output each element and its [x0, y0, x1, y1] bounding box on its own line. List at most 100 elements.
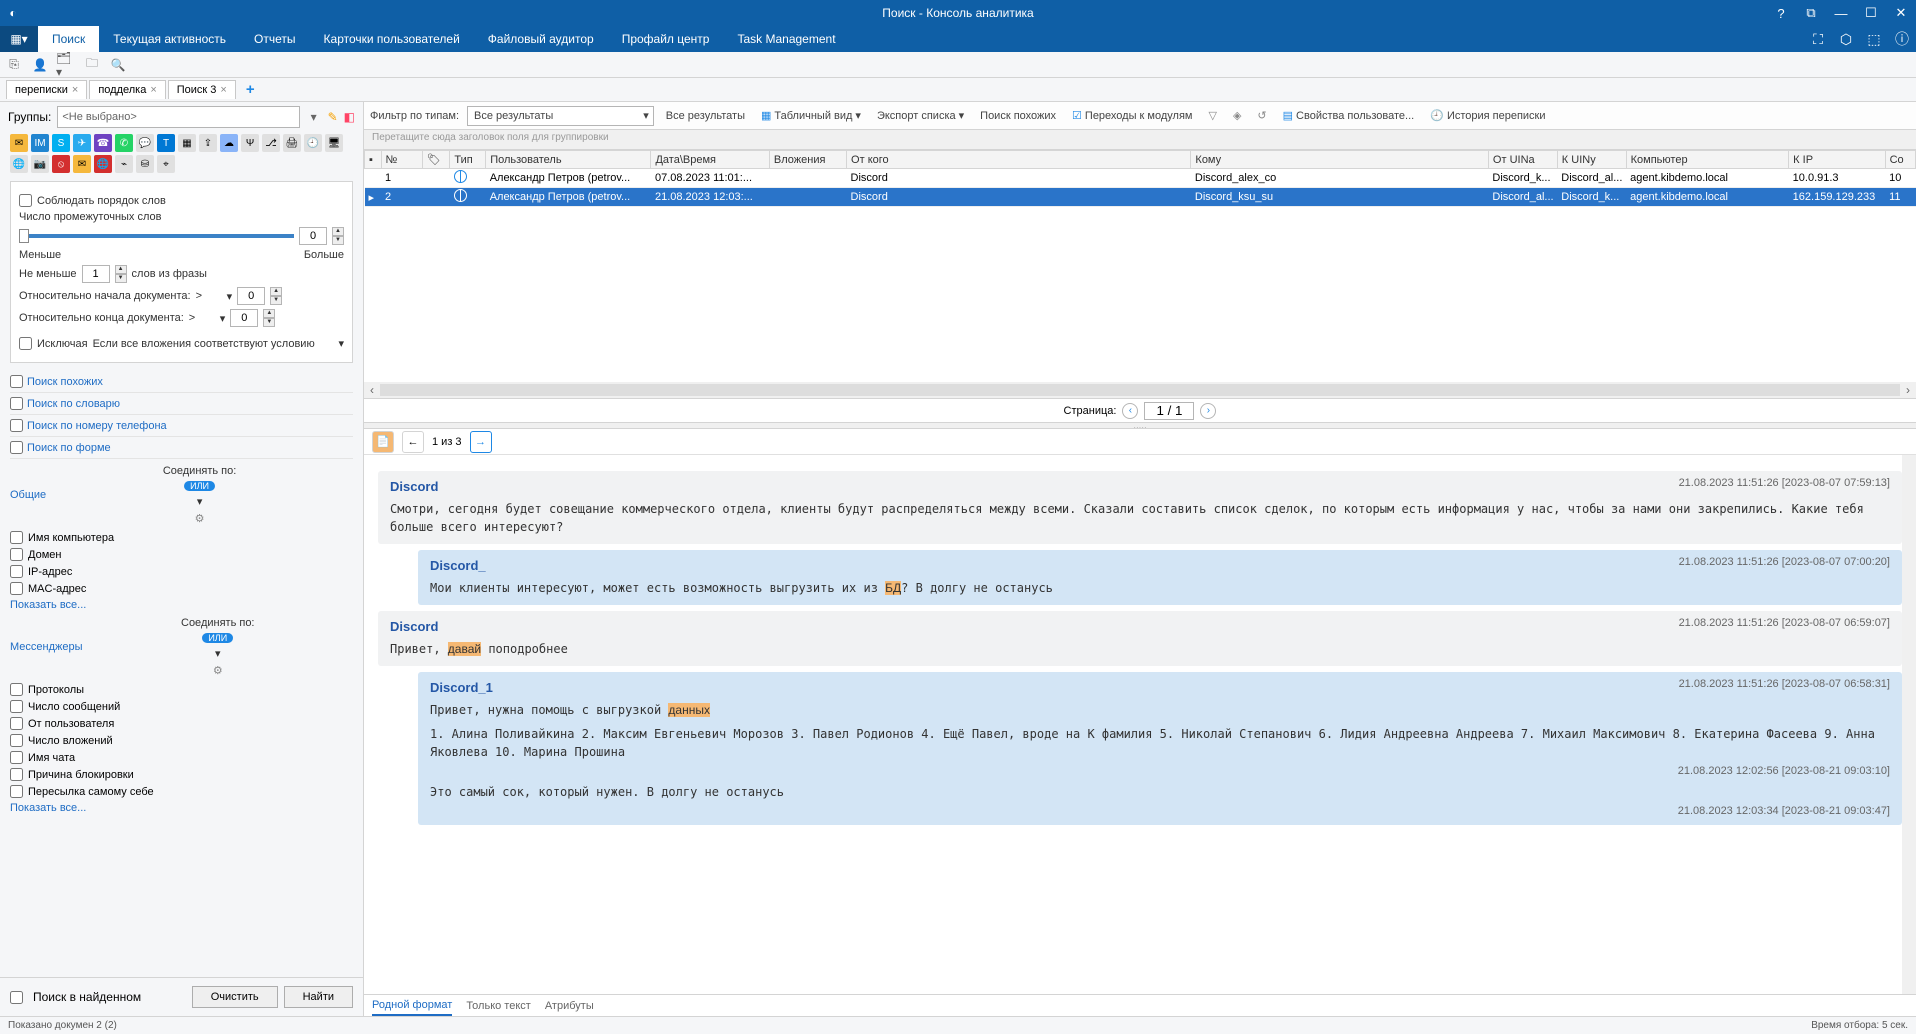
- export-button[interactable]: Экспорт списка ▾: [873, 107, 968, 124]
- device-icon[interactable]: ▦: [178, 134, 196, 152]
- col-att[interactable]: Вложения: [769, 151, 846, 169]
- ll-phone-chk[interactable]: [10, 419, 23, 432]
- preview-next-icon[interactable]: →: [470, 431, 492, 453]
- gap-slider[interactable]: [19, 234, 294, 238]
- erase-icon[interactable]: ◧: [344, 110, 355, 124]
- table-row[interactable]: ▸2Александр Петров (petrov...21.08.2023 …: [365, 188, 1916, 207]
- clear-button[interactable]: Очистить: [192, 986, 278, 1008]
- im-fromuser[interactable]: От пользователя: [0, 715, 363, 732]
- maximize-icon[interactable]: ☐: [1856, 0, 1886, 26]
- im-cn-chk[interactable]: [10, 751, 23, 764]
- all-results-button[interactable]: Все результаты: [662, 108, 749, 124]
- arc-icon[interactable]: ⌖: [157, 155, 175, 173]
- or-dd[interactable]: ▾: [197, 495, 203, 508]
- groups-dropdown-icon[interactable]: ▾: [306, 110, 322, 124]
- mail2-icon[interactable]: ✉: [73, 155, 91, 173]
- close-tab-2-icon[interactable]: ×: [220, 84, 226, 96]
- min-down[interactable]: ▼: [115, 274, 127, 283]
- hscroll-left-icon[interactable]: ‹: [364, 383, 380, 397]
- preview-vscroll[interactable]: [1902, 455, 1916, 994]
- im-bl-chk[interactable]: [10, 768, 23, 781]
- gen-mac-chk[interactable]: [10, 582, 23, 595]
- copy-icon[interactable]: ⎘: [4, 55, 24, 75]
- print-icon[interactable]: 🖨: [283, 134, 301, 152]
- de-up[interactable]: ▲: [263, 309, 275, 318]
- tab-task-management[interactable]: Task Management: [723, 26, 849, 52]
- gen-domain[interactable]: Домен: [0, 546, 363, 563]
- ll-dict-chk[interactable]: [10, 397, 23, 410]
- or-badge-2[interactable]: ИЛИ: [202, 633, 233, 643]
- ll-dictionary[interactable]: Поиск по словарю: [10, 393, 353, 415]
- branch-icon[interactable]: ⎇: [262, 134, 280, 152]
- im-ac-chk[interactable]: [10, 734, 23, 747]
- history-button[interactable]: 🕘История переписки: [1426, 107, 1549, 124]
- refresh-icon[interactable]: ↺: [1253, 107, 1270, 124]
- min-up[interactable]: ▲: [115, 265, 127, 274]
- find-similar-button[interactable]: Поиск похожих: [976, 108, 1060, 124]
- user-props-button[interactable]: ▤Свойства пользовате...: [1279, 107, 1419, 124]
- telegram-icon[interactable]: ✈: [73, 134, 91, 152]
- docend-op-dd[interactable]: ▾: [220, 312, 226, 325]
- im-fu-chk[interactable]: [10, 717, 23, 730]
- im-self[interactable]: Пересылка самому себе: [0, 783, 363, 800]
- cloud-icon[interactable]: ☁: [220, 134, 238, 152]
- find-button[interactable]: Найти: [284, 986, 353, 1008]
- folder-icon[interactable]: 🗀: [82, 55, 102, 75]
- ftab-text[interactable]: Только текст: [466, 997, 531, 1015]
- gen-mac[interactable]: MAC-адрес: [0, 580, 363, 597]
- col-type[interactable]: Тип: [450, 151, 486, 169]
- fullscreen-icon[interactable]: ⛶: [1804, 26, 1832, 52]
- ll-phone[interactable]: Поиск по номеру телефона: [10, 415, 353, 437]
- docstart-op[interactable]: >: [196, 290, 222, 302]
- pager-next-icon[interactable]: ›: [1200, 403, 1216, 419]
- im-self-chk[interactable]: [10, 785, 23, 798]
- gap-value[interactable]: [299, 227, 327, 245]
- modules-button[interactable]: ☑Переходы к модулям: [1068, 107, 1196, 124]
- gen-domain-chk[interactable]: [10, 548, 23, 561]
- ll-form-chk[interactable]: [10, 441, 23, 454]
- info-icon[interactable]: ⓘ: [1888, 26, 1916, 52]
- close-icon[interactable]: ✕: [1886, 0, 1916, 26]
- close-tab-1-icon[interactable]: ×: [150, 84, 156, 96]
- db-icon[interactable]: ⛁: [136, 155, 154, 173]
- viber-icon[interactable]: ☎: [94, 134, 112, 152]
- type-combo[interactable]: Все результаты▾: [467, 106, 654, 126]
- restore-panel-icon[interactable]: ⧉: [1796, 0, 1826, 26]
- tree-icon[interactable]: ◈: [1229, 107, 1245, 124]
- gen-ip-chk[interactable]: [10, 565, 23, 578]
- inner-tab-1[interactable]: подделка×: [89, 80, 165, 99]
- in-found-checkbox[interactable]: [10, 991, 23, 1004]
- tab-current-activity[interactable]: Текущая активность: [99, 26, 240, 52]
- col-n[interactable]: №: [381, 151, 422, 169]
- cube-icon[interactable]: ⬚: [1860, 26, 1888, 52]
- tab-file-auditor[interactable]: Файловый аудитор: [474, 26, 608, 52]
- clock-icon[interactable]: 🕘: [304, 134, 322, 152]
- col-from[interactable]: От кого: [847, 151, 1191, 169]
- help-icon[interactable]: ?: [1766, 0, 1796, 26]
- file-menu-button[interactable]: ▦▾: [0, 26, 38, 52]
- edit-icon[interactable]: ✎: [328, 110, 338, 124]
- preview-export-icon[interactable]: 📄: [372, 431, 394, 453]
- whatsapp-icon[interactable]: ✆: [115, 134, 133, 152]
- tab-reports[interactable]: Отчеты: [240, 26, 309, 52]
- usb-icon[interactable]: Ψ: [241, 134, 259, 152]
- order-checkbox[interactable]: [19, 194, 32, 207]
- table-row[interactable]: 1Александр Петров (petrov...07.08.2023 1…: [365, 169, 1916, 188]
- im-block[interactable]: Причина блокировки: [0, 766, 363, 783]
- im-attcount[interactable]: Число вложений: [0, 732, 363, 749]
- col-co[interactable]: Со: [1885, 151, 1915, 169]
- ll-similar-chk[interactable]: [10, 375, 23, 388]
- tab-profile-center[interactable]: Профайл центр: [608, 26, 724, 52]
- im-show-all[interactable]: Показать все...: [0, 800, 363, 816]
- monitor-icon[interactable]: 🖥: [325, 134, 343, 152]
- globe2-icon[interactable]: 🌐: [94, 155, 112, 173]
- gen-pc-chk[interactable]: [10, 531, 23, 544]
- inner-tab-0[interactable]: переписки×: [6, 80, 87, 99]
- close-tab-0-icon[interactable]: ×: [72, 84, 78, 96]
- chat-icon[interactable]: 💬: [136, 134, 154, 152]
- gear-icon[interactable]: ⚙: [195, 512, 205, 525]
- ds-up[interactable]: ▲: [270, 287, 282, 296]
- gap-down[interactable]: ▼: [332, 236, 344, 245]
- col-selector[interactable]: ▪: [365, 151, 382, 169]
- gen-pc[interactable]: Имя компьютера: [0, 529, 363, 546]
